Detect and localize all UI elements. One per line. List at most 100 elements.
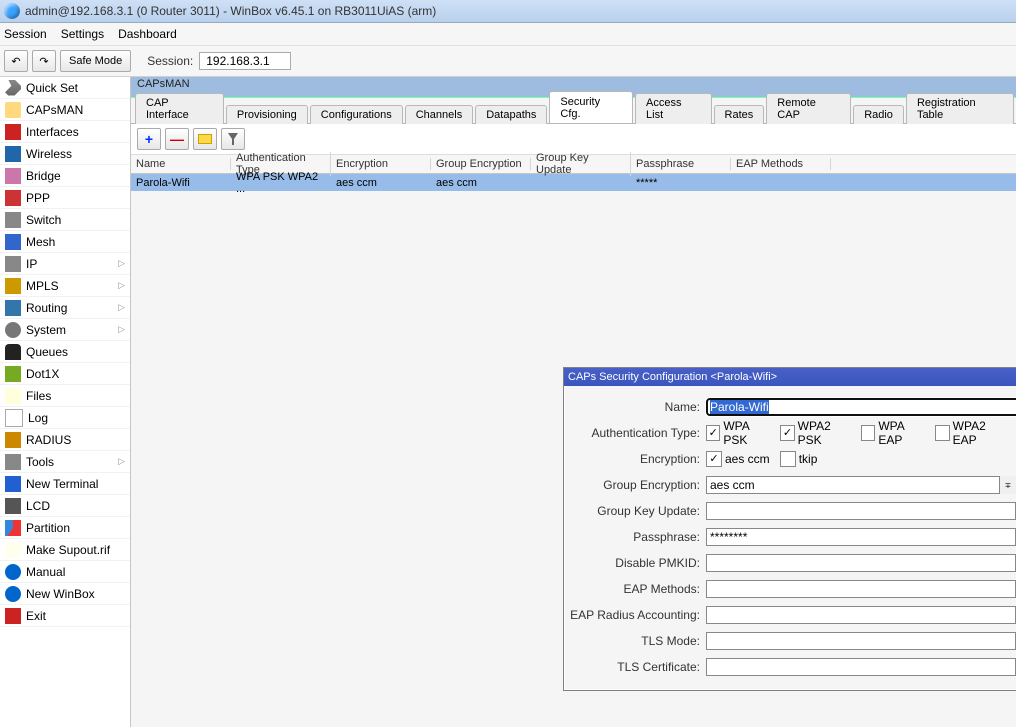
tab-remote-cap[interactable]: Remote CAP: [766, 93, 851, 124]
column-header[interactable]: Group Key Update: [531, 152, 631, 176]
sidebar-item-queues[interactable]: Queues: [0, 341, 130, 363]
sidebar-item-switch[interactable]: Switch: [0, 209, 130, 231]
tab-registration-table[interactable]: Registration Table: [906, 93, 1014, 124]
table-row[interactable]: Parola-Wifi WPA PSK WPA2 ... aes ccm aes…: [131, 174, 1016, 191]
filter-button[interactable]: [221, 128, 245, 150]
sidebar-item-mpls[interactable]: MPLS ▷: [0, 275, 130, 297]
sidebar-item-label: IP: [26, 257, 37, 271]
checkbox-wpa2-eap[interactable]: [935, 425, 949, 441]
checkbox-wpa-psk[interactable]: [706, 425, 720, 441]
column-header[interactable]: Passphrase: [631, 158, 731, 170]
dialog-title-bar[interactable]: CAPs Security Configuration <Parola-Wifi…: [564, 368, 1016, 386]
ppp-icon: [5, 190, 21, 206]
sidebar-item-label: CAPsMAN: [26, 103, 83, 117]
window-title: admin@192.168.3.1 (0 Router 3011) - WinB…: [25, 4, 436, 18]
sidebar-item-quick-set[interactable]: Quick Set: [0, 77, 130, 99]
checkbox-aes-ccm[interactable]: [706, 451, 722, 467]
int-icon: [5, 124, 21, 140]
sidebar-item-interfaces[interactable]: Interfaces: [0, 121, 130, 143]
sidebar-item-new-terminal[interactable]: New Terminal: [0, 473, 130, 495]
sidebar-item-log[interactable]: Log: [0, 407, 130, 429]
label-enc: Encryption:: [570, 452, 706, 466]
caps-icon: [5, 102, 21, 118]
sidebar-item-bridge[interactable]: Bridge: [0, 165, 130, 187]
session-label: Session:: [147, 54, 193, 68]
title-bar: admin@192.168.3.1 (0 Router 3011) - WinB…: [0, 0, 1016, 23]
sidebar-item-files[interactable]: Files: [0, 385, 130, 407]
comment-button[interactable]: [193, 128, 217, 150]
tab-security-cfg-[interactable]: Security Cfg.: [549, 91, 633, 123]
sidebar-item-mesh[interactable]: Mesh: [0, 231, 130, 253]
eap-methods-input[interactable]: [706, 580, 1016, 598]
sidebar-item-label: Bridge: [26, 169, 61, 183]
passphrase-input[interactable]: [706, 528, 1016, 546]
tools-icon: [5, 454, 21, 470]
sidebar-item-wireless[interactable]: Wireless: [0, 143, 130, 165]
sidebar-item-partition[interactable]: Partition: [0, 517, 130, 539]
sidebar-item-label: Quick Set: [26, 81, 78, 95]
sidebar-item-ip[interactable]: IP▷: [0, 253, 130, 275]
name-input[interactable]: [706, 398, 1016, 416]
checkbox-tkip[interactable]: [780, 451, 796, 467]
menu-settings[interactable]: Settings: [61, 27, 104, 41]
sidebar-item-label: Manual: [26, 565, 65, 579]
checkbox-wpa-eap[interactable]: [861, 425, 875, 441]
eap-radius-input[interactable]: [706, 606, 1016, 624]
sidebar-item-label: PPP: [26, 191, 50, 205]
disable-pmkid-input[interactable]: [706, 554, 1016, 572]
sidebar-item-exit[interactable]: Exit: [0, 605, 130, 627]
checkbox-wpa2-psk[interactable]: [780, 425, 794, 441]
undo-button[interactable]: ↶: [4, 50, 28, 72]
sidebar-item-system[interactable]: System▷: [0, 319, 130, 341]
sidebar-item-dot1x[interactable]: Dot1X: [0, 363, 130, 385]
label-name: Name:: [570, 400, 706, 414]
queue-icon: [5, 344, 21, 360]
sidebar-item-capsman[interactable]: CAPsMAN: [0, 99, 130, 121]
tab-cap-interface[interactable]: CAP Interface: [135, 93, 224, 124]
sidebar-item-tools[interactable]: Tools▷: [0, 451, 130, 473]
safe-mode-button[interactable]: Safe Mode: [60, 50, 131, 72]
part-icon: [5, 520, 21, 536]
menu-session[interactable]: Session: [4, 27, 47, 41]
sidebar-item-make-supout-rif[interactable]: Make Supout.rif: [0, 539, 130, 561]
column-header[interactable]: Encryption: [331, 158, 431, 170]
route-icon: [5, 300, 21, 316]
redo-button[interactable]: ↷: [32, 50, 56, 72]
sidebar-item-manual[interactable]: Manual: [0, 561, 130, 583]
group-key-update-input[interactable]: [706, 502, 1016, 520]
add-button[interactable]: +: [137, 128, 161, 150]
tab-radio[interactable]: Radio: [853, 105, 904, 124]
tab-provisioning[interactable]: Provisioning: [226, 105, 308, 124]
sidebar-item-label: New Terminal: [26, 477, 98, 491]
cell-name: Parola-Wifi: [131, 177, 231, 189]
sidebar-item-ppp[interactable]: PPP: [0, 187, 130, 209]
tab-configurations[interactable]: Configurations: [310, 105, 403, 124]
column-header[interactable]: Group Encryption: [431, 158, 531, 170]
sidebar-item-radius[interactable]: RADIUS: [0, 429, 130, 451]
label-auth: Authentication Type:: [570, 426, 706, 440]
tab-access-list[interactable]: Access List: [635, 93, 712, 124]
tab-datapaths[interactable]: Datapaths: [475, 105, 547, 124]
sidebar-item-routing[interactable]: Routing▷: [0, 297, 130, 319]
dropdown-icon[interactable]: ∓: [999, 476, 1016, 494]
sidebar-item-label: MPLS: [26, 279, 59, 293]
group-encryption-select[interactable]: [706, 476, 1016, 494]
sidebar-item-label: Dot1X: [26, 367, 59, 381]
tls-mode-input[interactable]: [706, 632, 1016, 650]
column-header[interactable]: Name: [131, 158, 231, 170]
tab-rates[interactable]: Rates: [714, 105, 765, 124]
menu-dashboard[interactable]: Dashboard: [118, 27, 177, 41]
sidebar-item-lcd[interactable]: LCD: [0, 495, 130, 517]
wire-icon: [5, 146, 21, 162]
lcd-icon: [5, 498, 21, 514]
remove-button[interactable]: —: [165, 128, 189, 150]
log-icon: [5, 409, 23, 427]
tab-channels[interactable]: Channels: [405, 105, 473, 124]
sidebar-item-new-winbox[interactable]: New WinBox: [0, 583, 130, 605]
column-header[interactable]: EAP Methods: [731, 158, 831, 170]
label-group-enc: Group Encryption:: [570, 478, 706, 492]
tls-cert-input[interactable]: [706, 658, 1016, 676]
submenu-icon: ▷: [118, 302, 125, 313]
submenu-icon: ▷: [118, 280, 125, 291]
label-pass: Passphrase:: [570, 530, 706, 544]
